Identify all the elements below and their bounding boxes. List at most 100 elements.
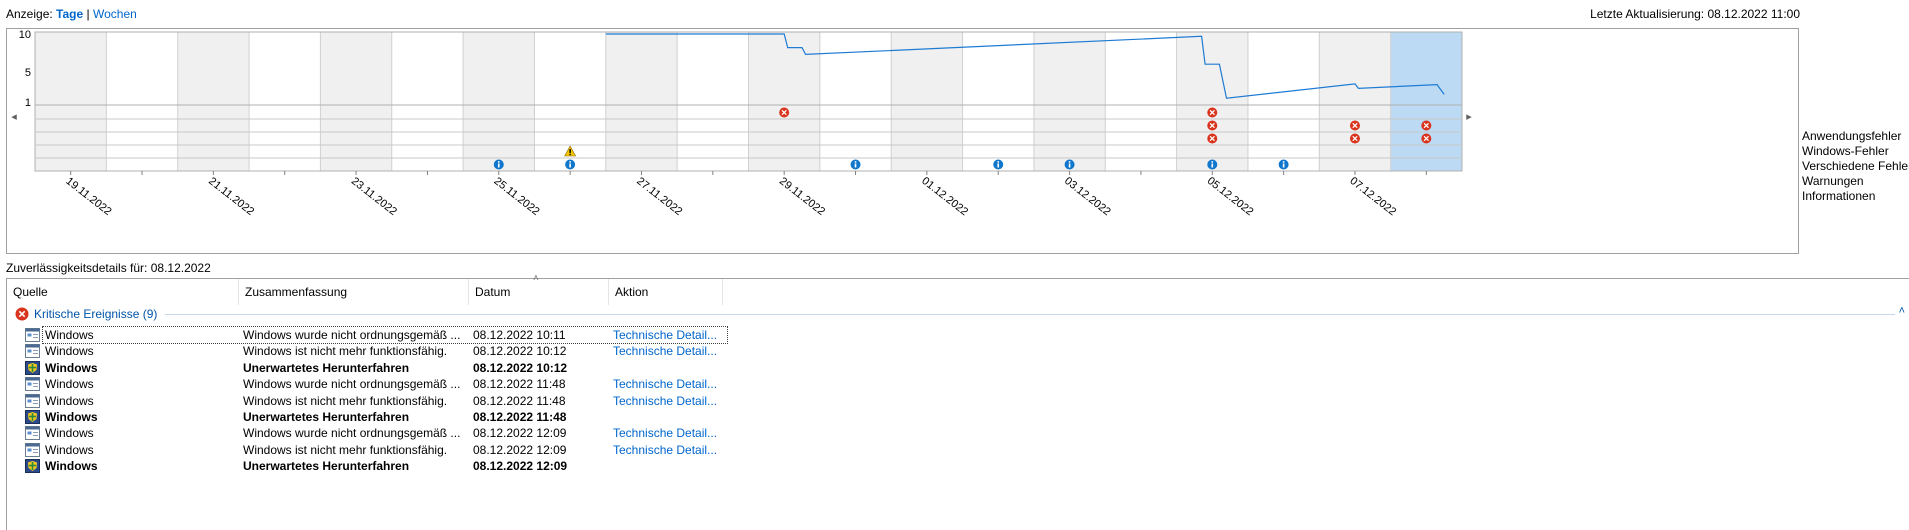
row-source: Windows xyxy=(45,442,94,457)
error-icon[interactable] xyxy=(1207,107,1218,118)
technical-details-link[interactable]: Technische Detail... xyxy=(613,426,717,440)
row-summary: Unerwartetes Herunterfahren xyxy=(243,360,410,375)
error-icon[interactable] xyxy=(1207,133,1218,144)
day-column[interactable] xyxy=(35,32,107,171)
view-days-link[interactable]: Tage xyxy=(56,7,83,21)
technical-details-link[interactable]: Technische Detail... xyxy=(613,394,717,408)
date-label: 27.11.2022 xyxy=(634,175,684,218)
scroll-left-icon[interactable]: ◂ xyxy=(11,111,17,123)
date-label: 07.12.2022 xyxy=(1347,175,1398,218)
row-date: 08.12.2022 11:48 xyxy=(473,377,566,392)
row-source: Windows xyxy=(45,393,94,408)
reliability-chart[interactable]: 10 5 1 19.11.2022 21.11.2022 23.11.2022 25.11… xyxy=(6,28,1799,254)
collapse-icon[interactable]: ˄ xyxy=(1899,305,1905,317)
row-date: 08.12.2022 12:09 xyxy=(473,459,568,474)
error-icon[interactable] xyxy=(1349,120,1360,131)
row-date: 08.12.2022 12:09 xyxy=(473,426,567,441)
app-icon xyxy=(25,328,40,342)
day-column[interactable] xyxy=(177,32,250,171)
day-column[interactable] xyxy=(106,32,178,171)
day-column[interactable] xyxy=(1390,32,1462,171)
day-column[interactable] xyxy=(1033,32,1106,171)
info-icon[interactable] xyxy=(493,159,504,170)
row-source: Windows xyxy=(45,377,94,392)
day-column[interactable] xyxy=(1105,32,1177,171)
view-weeks-link[interactable]: Wochen xyxy=(93,7,137,21)
row-date: 08.12.2022 12:09 xyxy=(473,442,567,457)
day-column[interactable] xyxy=(748,32,820,171)
info-icon[interactable] xyxy=(565,159,576,170)
date-label: 23.11.2022 xyxy=(349,175,399,218)
y-tick-label: 1 xyxy=(25,97,31,109)
day-column[interactable] xyxy=(1176,32,1248,171)
group-header-critical-events[interactable]: Kritische Ereignisse (9) ˄ xyxy=(15,305,1905,323)
row-label-misc-errors: Verschiedene Fehler xyxy=(1802,159,1909,173)
day-column[interactable] xyxy=(962,32,1034,171)
day-column[interactable] xyxy=(249,32,321,171)
date-label: 25.11.2022 xyxy=(492,175,542,218)
reliability-chart-svg: 10 5 1 19.11.2022 21.11.2022 23.11.2022 25.11… xyxy=(11,29,1472,218)
error-icon[interactable] xyxy=(1207,120,1218,131)
row-label-information: Informationen xyxy=(1802,189,1876,203)
technical-details-link[interactable]: Technische Detail... xyxy=(613,443,717,457)
app-icon xyxy=(25,393,40,408)
column-header-summary[interactable]: Zusammenfassung xyxy=(239,279,469,305)
column-header-date[interactable]: Datum xyxy=(469,279,609,305)
day-column[interactable] xyxy=(891,32,963,171)
day-column[interactable] xyxy=(1319,32,1391,171)
column-header-action[interactable]: Aktion xyxy=(609,279,723,305)
row-date: 08.12.2022 10:11 xyxy=(473,328,566,342)
scroll-right-icon[interactable]: ▸ xyxy=(1466,111,1472,123)
event-row-labels: Anwendungsfehler Windows-Fehler Verschie… xyxy=(1802,129,1909,204)
day-column[interactable] xyxy=(320,32,392,171)
row-summary: Windows wurde nicht ordnungsgemäß ... xyxy=(243,328,461,342)
table-row[interactable]: Windows Unerwartetes Herunterfahren 08.12.… xyxy=(7,456,1907,476)
day-column[interactable] xyxy=(677,32,749,171)
error-icon[interactable] xyxy=(1349,133,1360,144)
row-date: 08.12.2022 10:12 xyxy=(473,360,568,375)
technical-details-link[interactable]: Technische Detail... xyxy=(613,377,717,391)
day-column[interactable] xyxy=(391,32,464,171)
info-icon[interactable] xyxy=(993,159,1004,170)
row-source: Windows xyxy=(45,459,98,474)
technical-details-link[interactable]: Technische Detail... xyxy=(613,344,717,358)
row-date: 08.12.2022 10:12 xyxy=(473,344,567,359)
row-summary: Windows wurde nicht ordnungsgemäß ... xyxy=(243,377,461,392)
row-date: 08.12.2022 11:48 xyxy=(473,410,567,424)
last-update-text: Letzte Aktualisierung: 08.12.2022 11:00 xyxy=(1590,7,1800,21)
day-column[interactable] xyxy=(605,32,678,171)
day-column[interactable] xyxy=(463,32,535,171)
row-source: Windows xyxy=(45,426,94,441)
error-icon[interactable] xyxy=(1421,120,1432,131)
info-icon[interactable] xyxy=(1064,159,1075,170)
shield-icon xyxy=(25,360,40,375)
info-icon[interactable] xyxy=(1207,159,1218,170)
row-source: Windows xyxy=(45,344,94,359)
y-tick-label: 5 xyxy=(25,67,31,79)
view-label: Anzeige: xyxy=(6,7,53,21)
info-icon[interactable] xyxy=(850,159,861,170)
error-icon[interactable] xyxy=(1421,133,1432,144)
technical-details-link[interactable]: Technische Detail... xyxy=(613,328,717,342)
shield-icon xyxy=(25,459,40,474)
row-date: 08.12.2022 11:48 xyxy=(473,393,566,408)
row-summary: Unerwartetes Herunterfahren xyxy=(243,459,410,474)
row-source: Windows xyxy=(45,410,98,424)
info-icon[interactable] xyxy=(1278,159,1289,170)
date-label: 05.12.2022 xyxy=(1205,175,1256,218)
column-header-source[interactable]: Quelle xyxy=(7,279,239,305)
row-source: Windows xyxy=(45,360,98,375)
row-summary: Unerwartetes Herunterfahren xyxy=(243,410,410,424)
row-label-windows-errors: Windows-Fehler xyxy=(1802,144,1889,158)
group-divider xyxy=(165,314,1895,315)
y-tick-label: 10 xyxy=(19,29,31,41)
row-label-application-errors: Anwendungsfehler xyxy=(1802,129,1902,143)
row-summary: Windows wurde nicht ordnungsgemäß ... xyxy=(243,426,461,441)
app-icon xyxy=(25,344,40,359)
day-column[interactable] xyxy=(1247,32,1320,171)
row-summary: Windows ist nicht mehr funktionsfähig. xyxy=(243,344,448,359)
date-label: 01.12.2022 xyxy=(919,175,970,218)
error-icon[interactable] xyxy=(779,107,790,118)
details-list: Quelle Zusammenfassung Datum ˄ Aktion Kr… xyxy=(6,273,1909,530)
date-label: 21.11.2022 xyxy=(206,175,256,218)
